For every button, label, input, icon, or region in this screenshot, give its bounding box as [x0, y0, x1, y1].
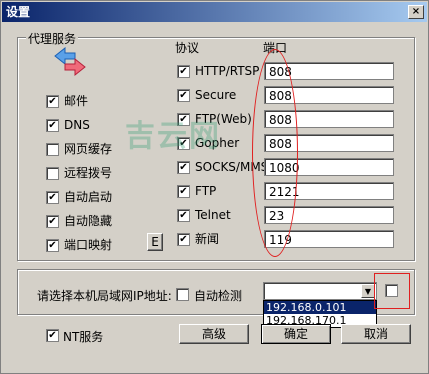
chevron-down-icon[interactable]: ▼ [361, 284, 375, 298]
service-checkbox[interactable] [46, 167, 59, 180]
protocol-label: Telnet [195, 208, 231, 222]
close-button[interactable]: × [408, 5, 424, 19]
service-row[interactable]: ✔ 自动隐藏 [46, 213, 146, 229]
service-checkbox[interactable] [46, 143, 59, 156]
service-row[interactable]: 远程拨号 [46, 165, 146, 181]
auto-detect-checkbox[interactable] [176, 288, 189, 301]
service-row[interactable]: ✔ 端口映射 [46, 237, 146, 253]
protocol-row[interactable]: ✔ Telnet [177, 207, 261, 223]
watermark-text: 吉云网 [125, 119, 221, 154]
protocol-checkbox[interactable]: ✔ [177, 65, 190, 78]
cancel-button[interactable]: 取消 [341, 324, 411, 344]
service-label: 自动启动 [64, 190, 113, 204]
protocol-row[interactable]: ✔ Secure [177, 87, 261, 103]
lan-ip-label: 请选择本机局域网IP地址: [37, 289, 172, 303]
service-checkbox[interactable]: ✔ [46, 239, 59, 252]
service-label: 端口映射 [64, 238, 113, 252]
protocol-label: FTP [195, 184, 217, 198]
swap-arrows-icon [54, 47, 86, 77]
service-checkbox[interactable]: ✔ [46, 95, 59, 108]
service-row[interactable]: ✔ 自动启动 [46, 189, 146, 205]
title-bar: 设置 × [2, 2, 427, 22]
service-checkbox[interactable]: ✔ [46, 191, 59, 204]
protocol-checkbox[interactable]: ✔ [177, 161, 190, 174]
protocol-checkbox[interactable]: ✔ [177, 209, 190, 222]
service-label: 自动隐藏 [64, 214, 113, 228]
ok-button[interactable]: 确定 [261, 324, 331, 344]
protocol-checkbox[interactable]: ✔ [177, 185, 190, 198]
protocol-row[interactable]: ✔ 新闻 [177, 231, 261, 247]
nt-service-checkbox[interactable]: ✔ [46, 329, 59, 342]
nt-service-label: NT服务 [63, 330, 104, 344]
port-mapping-edit-button[interactable]: E [147, 233, 163, 251]
protocol-label: 新闻 [195, 232, 220, 246]
group-title: 代理服务 [26, 30, 79, 47]
settings-dialog: 设置 × 代理服务 ✔ 邮件 ✔ DNS 网页缓存远程拨号 ✔ 自动启动 ✔ 自动隐藏 ✔ 端口映射… [0, 0, 429, 374]
protocol-label: HTTP/RTSP [195, 64, 260, 78]
service-checkbox[interactable]: ✔ [46, 215, 59, 228]
protocol-checkbox[interactable]: ✔ [177, 233, 190, 246]
protocol-row[interactable]: ✔ HTTP/RTSP [177, 63, 261, 79]
service-label: 网页缓存 [64, 142, 113, 156]
advanced-button[interactable]: 高级 [179, 324, 249, 344]
protocol-header: 协议 [175, 41, 200, 55]
service-label: 邮件 [64, 94, 89, 108]
service-label: 远程拨号 [64, 166, 113, 180]
annotation-oval [252, 49, 298, 257]
lan-ip-select[interactable]: ▼ [263, 282, 377, 300]
lan-ip-option[interactable]: 192.168.0.101 [264, 301, 376, 314]
service-checkbox[interactable]: ✔ [46, 119, 59, 132]
service-label: DNS [64, 118, 90, 132]
protocol-row[interactable]: ✔ SOCKS/MMS [177, 159, 268, 175]
protocol-row[interactable]: ✔ FTP [177, 183, 261, 199]
window-title: 设置 [6, 5, 31, 19]
service-row[interactable]: ✔ 邮件 [46, 93, 146, 109]
protocol-checkbox[interactable]: ✔ [177, 89, 190, 102]
auto-detect-label: 自动检测 [194, 289, 243, 303]
protocol-label: Secure [195, 88, 237, 102]
extra-checkbox[interactable] [385, 284, 398, 297]
